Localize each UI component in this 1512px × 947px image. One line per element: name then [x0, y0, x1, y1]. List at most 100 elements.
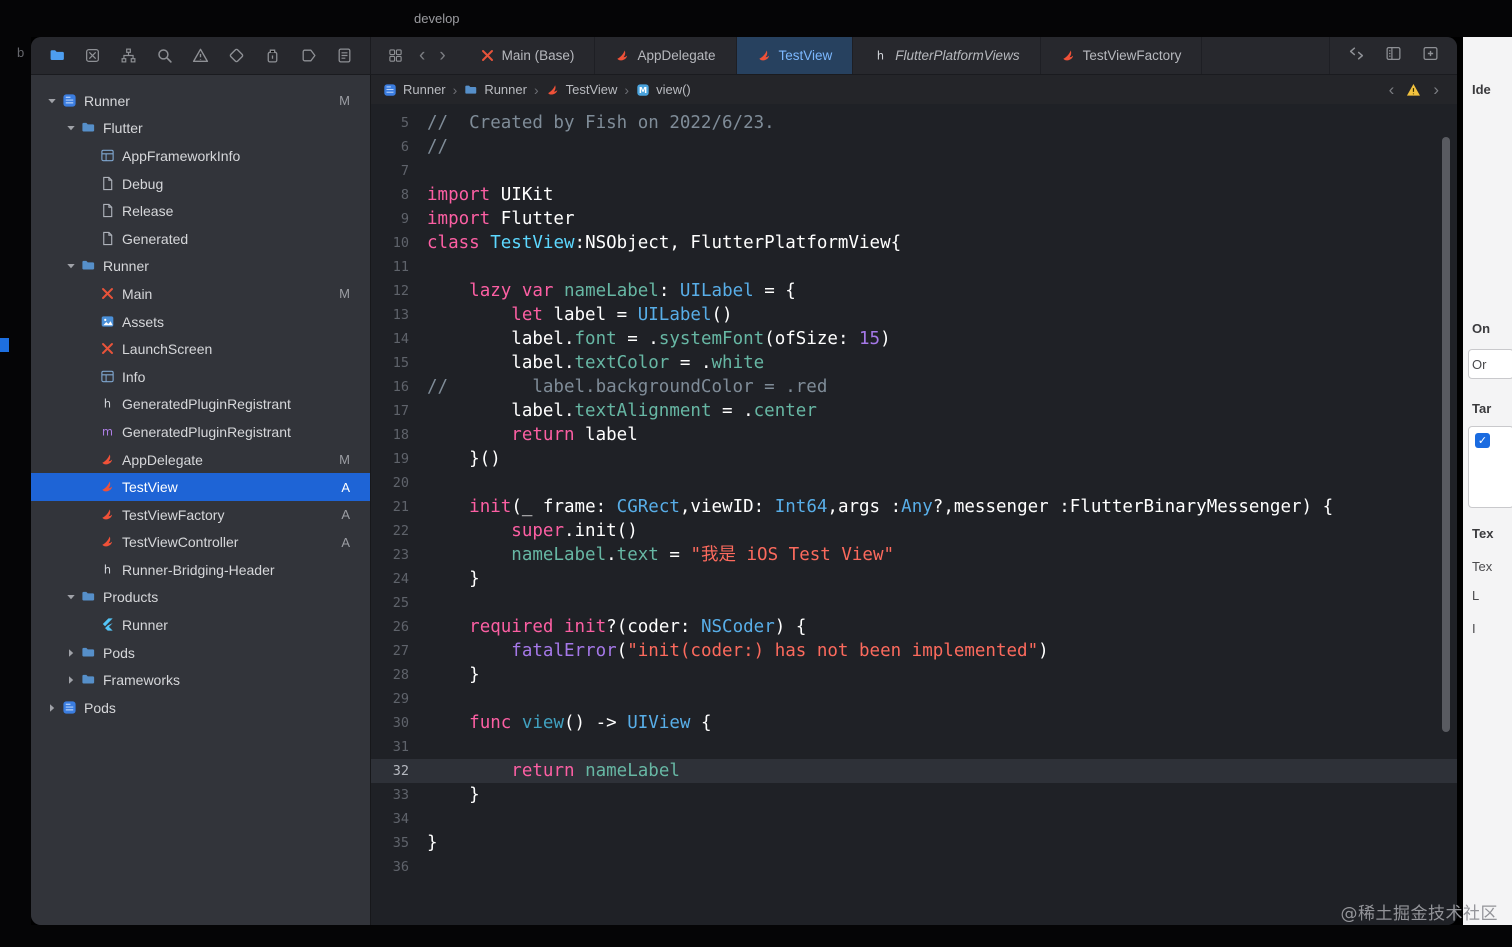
sidebar-item-frameworks[interactable]: Frameworks: [31, 666, 370, 694]
code-review-icon[interactable]: [1348, 45, 1365, 67]
code-line-32[interactable]: 32 return nameLabel: [371, 759, 1457, 783]
code-line-31[interactable]: 31: [371, 735, 1457, 759]
breakpoint-navigator-icon[interactable]: [298, 46, 318, 66]
breadcrumb-separator: ›: [624, 81, 630, 98]
breadcrumb-item-runner[interactable]: Runner: [464, 82, 527, 97]
sidebar-item-flutter[interactable]: Flutter: [31, 115, 370, 143]
project-navigator-icon[interactable]: [47, 46, 67, 66]
inspector-field-label: Or: [1472, 357, 1487, 372]
tab-testviewfactory[interactable]: TestViewFactory: [1041, 37, 1203, 74]
code-line-14[interactable]: 14 label.font = .systemFont(ofSize: 15): [371, 327, 1457, 351]
tab-overview-icon[interactable]: [385, 46, 405, 66]
sidebar-item-assets[interactable]: Assets: [31, 308, 370, 336]
sidebar-item-testviewfactory[interactable]: TestViewFactory A: [31, 501, 370, 529]
chevron-right-icon[interactable]: [66, 648, 81, 658]
code-line-28[interactable]: 28 }: [371, 663, 1457, 687]
source-control-navigator-icon[interactable]: [83, 46, 103, 66]
sidebar-item-pods[interactable]: Pods: [31, 639, 370, 667]
sidebar-item-testviewcontroller[interactable]: TestViewController A: [31, 529, 370, 557]
back-button[interactable]: ‹: [419, 46, 425, 65]
tab-appdelegate[interactable]: AppDelegate: [595, 37, 737, 74]
sidebar-item-appdelegate[interactable]: AppDelegate M: [31, 446, 370, 474]
code-line-35[interactable]: 35}: [371, 831, 1457, 855]
git-branch-label: develop: [414, 11, 460, 26]
sidebar-item-runner-bridging-header[interactable]: h Runner-Bridging-Header: [31, 556, 370, 584]
code-token: nameLabel: [564, 281, 659, 301]
issue-navigator-icon[interactable]: [191, 46, 211, 66]
code-line-36[interactable]: 36: [371, 855, 1457, 879]
swift-file-icon: [100, 507, 117, 523]
chevron-down-icon[interactable]: [66, 123, 81, 133]
tab-label: Main (Base): [501, 48, 575, 63]
code-line-25[interactable]: 25: [371, 591, 1457, 615]
forward-button[interactable]: ›: [439, 46, 445, 65]
code-text: }(): [427, 447, 1457, 471]
code-line-11[interactable]: 11: [371, 255, 1457, 279]
code-line-6[interactable]: 6 //: [371, 135, 1457, 159]
find-navigator-icon[interactable]: [155, 46, 175, 66]
test-navigator-icon[interactable]: [226, 46, 246, 66]
code-line-9[interactable]: 9 import Flutter: [371, 207, 1457, 231]
tab-main-base[interactable]: Main (Base): [460, 37, 596, 74]
symbol-navigator-icon[interactable]: [119, 46, 139, 66]
report-navigator-icon[interactable]: [334, 46, 354, 66]
tab-flutterplatformviews[interactable]: h FlutterPlatformViews: [853, 37, 1041, 74]
sidebar-item-runner[interactable]: Runner M: [31, 87, 370, 115]
sidebar-item-testview[interactable]: TestView A: [31, 473, 370, 501]
breadcrumb-item-view[interactable]: Mview(): [636, 82, 691, 97]
chevron-right-icon[interactable]: [66, 675, 81, 685]
code-line-7[interactable]: 7: [371, 159, 1457, 183]
target-membership-checkbox[interactable]: ✓: [1475, 433, 1490, 448]
code-line-24[interactable]: 24 }: [371, 567, 1457, 591]
code-line-18[interactable]: 18 return label: [371, 423, 1457, 447]
breadcrumb-item-testview[interactable]: TestView: [546, 82, 617, 97]
sidebar-item-debug[interactable]: Debug: [31, 170, 370, 198]
code-line-33[interactable]: 33 }: [371, 783, 1457, 807]
sidebar-item-generatedpluginregistrant[interactable]: h GeneratedPluginRegistrant: [31, 391, 370, 419]
code-editor[interactable]: 5 // Created by Fish on 2022/6/23. 6 // 7 8 im…: [371, 104, 1457, 925]
code-line-26[interactable]: 26 required init?(coder: NSCoder) {: [371, 615, 1457, 639]
code-line-15[interactable]: 15 label.textColor = .white: [371, 351, 1457, 375]
code-line-17[interactable]: 17 label.textAlignment = .center: [371, 399, 1457, 423]
sidebar-item-runner[interactable]: Runner: [31, 611, 370, 639]
breadcrumb-item-runner[interactable]: Runner: [383, 82, 446, 97]
sidebar-item-info[interactable]: Info: [31, 363, 370, 391]
code-line-30[interactable]: 30 func view() -> UIView {: [371, 711, 1457, 735]
code-line-19[interactable]: 19 }(): [371, 447, 1457, 471]
chevron-down-icon[interactable]: [47, 96, 62, 106]
code-line-16[interactable]: 16 // label.backgroundColor = .red: [371, 375, 1457, 399]
code-line-22[interactable]: 22 super.init(): [371, 519, 1457, 543]
sidebar-item-generated[interactable]: Generated: [31, 225, 370, 253]
next-issue-button[interactable]: ›: [1433, 81, 1439, 98]
code-line-20[interactable]: 20: [371, 471, 1457, 495]
sidebar-item-release[interactable]: Release: [31, 197, 370, 225]
sidebar-item-runner[interactable]: Runner: [31, 253, 370, 281]
code-line-12[interactable]: 12 lazy var nameLabel: UILabel = {: [371, 279, 1457, 303]
editor-options-icon[interactable]: [1385, 45, 1402, 67]
chevron-right-icon[interactable]: [47, 703, 62, 713]
code-line-21[interactable]: 21 init(_ frame: CGRect,viewID: Int64,ar…: [371, 495, 1457, 519]
code-line-27[interactable]: 27 fatalError("init(coder:) has not been…: [371, 639, 1457, 663]
code-line-8[interactable]: 8 import UIKit: [371, 183, 1457, 207]
tab-testview[interactable]: TestView: [736, 37, 854, 74]
sidebar-item-appframeworkinfo[interactable]: AppFrameworkInfo: [31, 142, 370, 170]
sidebar-item-products[interactable]: Products: [31, 584, 370, 612]
add-editor-icon[interactable]: [1422, 45, 1439, 67]
sidebar-item-generatedpluginregistrant[interactable]: m GeneratedPluginRegistrant: [31, 418, 370, 446]
editor-scrollbar[interactable]: [1442, 137, 1450, 732]
code-line-29[interactable]: 29: [371, 687, 1457, 711]
line-number: 8: [400, 187, 409, 203]
code-line-23[interactable]: 23 nameLabel.text = "我是 iOS Test View": [371, 543, 1457, 567]
prev-issue-button[interactable]: ‹: [1389, 81, 1395, 98]
warning-icon[interactable]: [1406, 83, 1421, 97]
code-line-13[interactable]: 13 let label = UILabel(): [371, 303, 1457, 327]
sidebar-item-launchscreen[interactable]: LaunchScreen: [31, 335, 370, 363]
chevron-down-icon[interactable]: [66, 261, 81, 271]
debug-navigator-icon[interactable]: [262, 46, 282, 66]
code-line-34[interactable]: 34: [371, 807, 1457, 831]
code-line-10[interactable]: 10 class TestView:NSObject, FlutterPlatfo…: [371, 231, 1457, 255]
sidebar-item-main[interactable]: Main M: [31, 280, 370, 308]
chevron-down-icon[interactable]: [66, 592, 81, 602]
code-line-5[interactable]: 5 // Created by Fish on 2022/6/23.: [371, 111, 1457, 135]
sidebar-item-pods[interactable]: Pods: [31, 694, 370, 722]
